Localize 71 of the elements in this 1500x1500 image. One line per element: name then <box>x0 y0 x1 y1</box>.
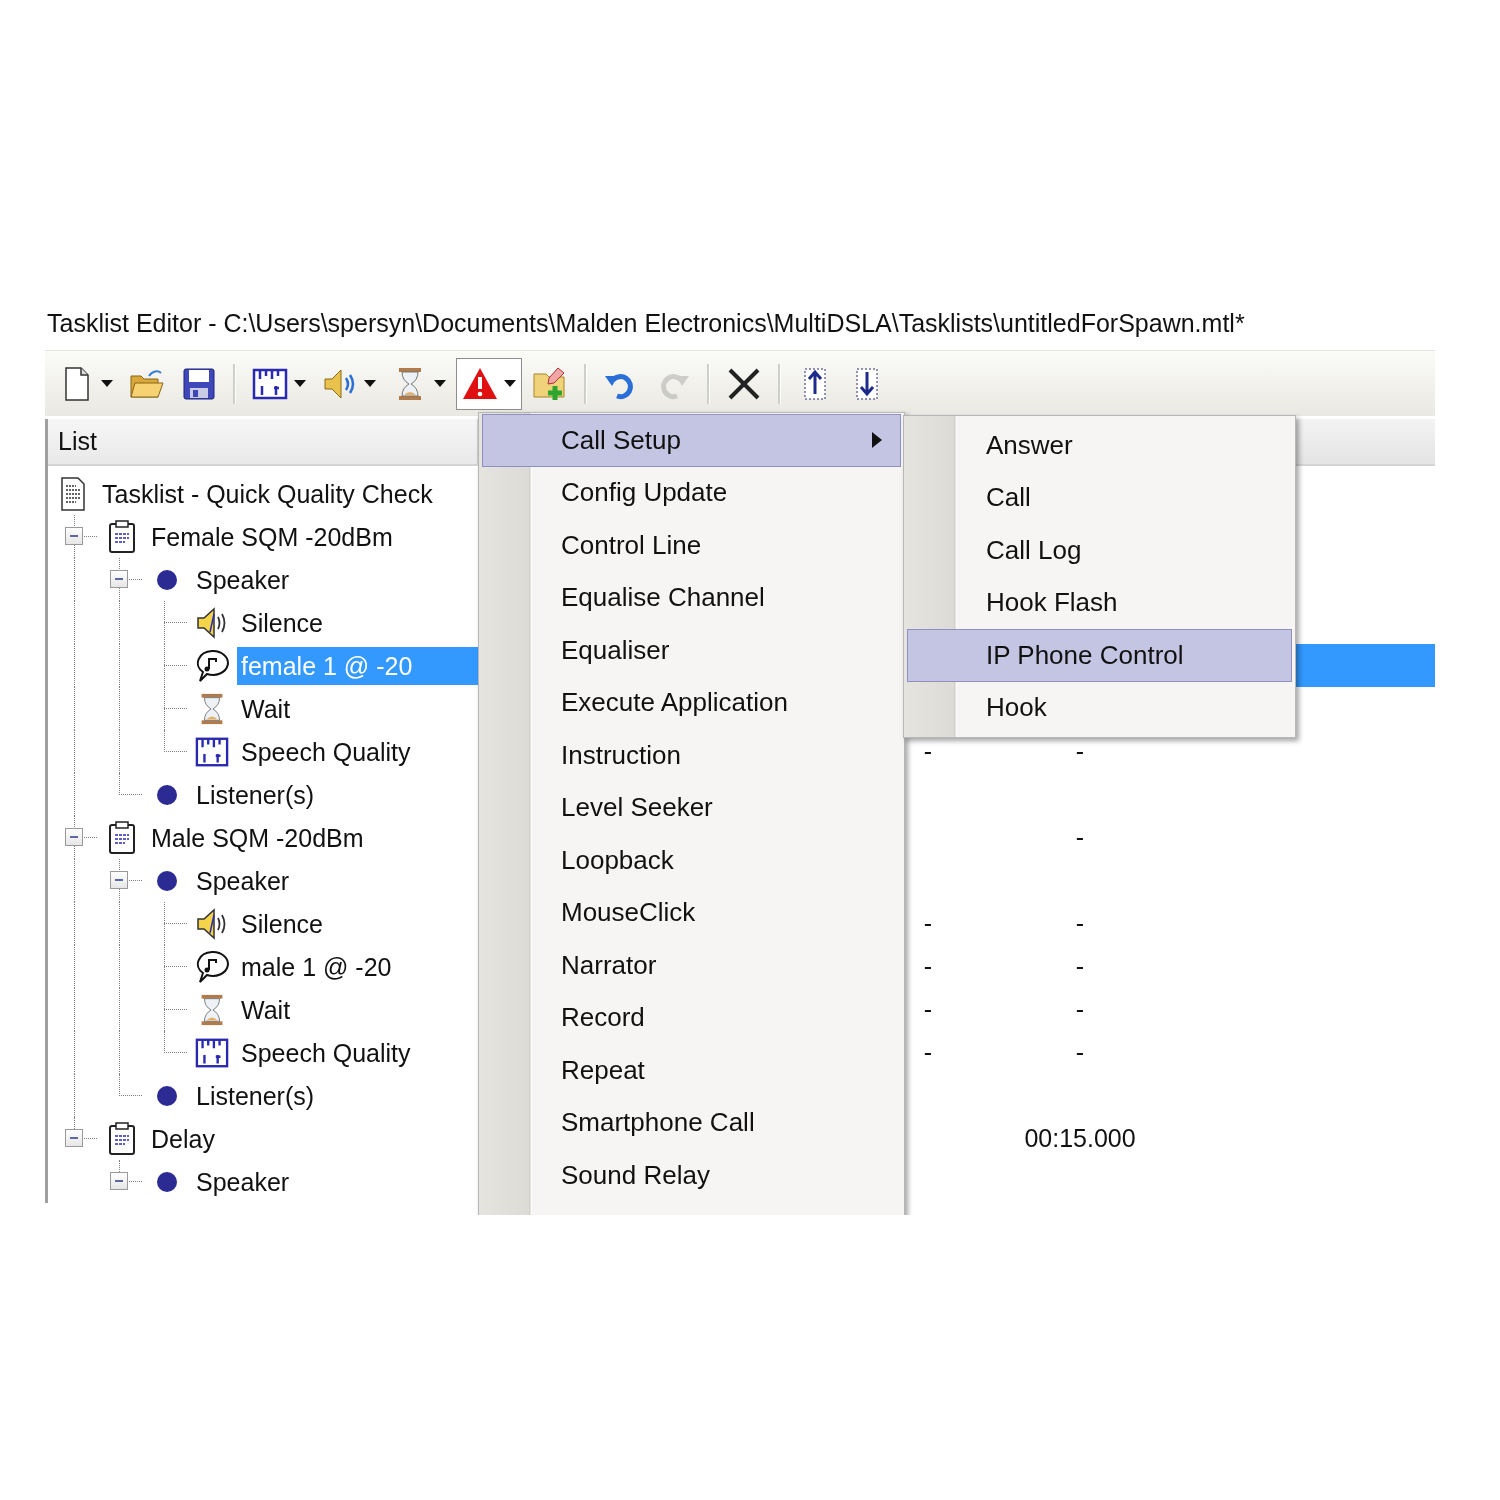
collapse-toggle[interactable] <box>110 1172 128 1190</box>
table-cell-text: - <box>1074 994 1086 1025</box>
table-cell-text: - <box>1074 822 1086 853</box>
menu-item[interactable]: Record <box>482 991 901 1044</box>
caret-icon <box>504 380 516 387</box>
table-cell-text: - <box>922 1037 934 1068</box>
menu-item[interactable]: Answer <box>907 419 1292 472</box>
save-icon <box>181 365 217 402</box>
menu-item[interactable]: Equaliser <box>482 624 901 677</box>
speech-bubble-icon <box>195 648 229 683</box>
menu-item[interactable]: Hook Flash <box>907 576 1292 629</box>
menu-item[interactable]: Repeat <box>482 1044 901 1097</box>
tree-item[interactable]: Wait <box>237 689 478 728</box>
table-cell-text: - <box>922 736 934 767</box>
tree-item[interactable]: Speaker <box>192 861 478 900</box>
tree-item[interactable]: Wait <box>237 990 478 1029</box>
window-title: Tasklist Editor - C:\Users\spersyn\Documents\Malden Electronics\MultiDSLA\Tasklists\untitledForSpawn.mtl* <box>46 308 1246 339</box>
dot-icon <box>156 783 178 806</box>
menu-item[interactable]: Control Line <box>482 519 901 572</box>
menu-item[interactable]: MouseClick <box>482 886 901 939</box>
tree-item[interactable]: Male SQM -20dBm <box>147 818 478 857</box>
tree-item[interactable]: Tasklist - Quick Quality Check <box>98 474 478 513</box>
collapse-toggle[interactable] <box>110 871 128 889</box>
table-cell-text: - <box>922 908 934 939</box>
speech-bubble-icon <box>195 949 229 984</box>
menu-item[interactable]: Call <box>907 471 1292 524</box>
table-cell-text: - <box>1074 951 1086 982</box>
menu-item[interactable]: Call Log <box>907 524 1292 577</box>
table-cell-text: - <box>1074 908 1086 939</box>
tree-item[interactable]: Speaker <box>192 1162 478 1201</box>
table-cell-text: - <box>922 994 934 1025</box>
table-cell-text: 00:15.000 <box>1023 1123 1137 1154</box>
menu-item[interactable]: Narrator <box>482 939 901 992</box>
tree-item[interactable]: Speaker <box>192 560 478 599</box>
menu-item[interactable]: Sound Relay <box>482 1149 901 1202</box>
menu-item[interactable]: IP Phone Control <box>907 629 1292 682</box>
tree-item[interactable]: Silence <box>237 904 478 943</box>
menu-item[interactable]: Hook <box>907 681 1292 734</box>
caret-icon <box>434 380 446 387</box>
collapse-toggle[interactable] <box>110 570 128 588</box>
menu-item[interactable]: Equalise Channel <box>482 571 901 624</box>
dot-icon <box>156 1170 178 1193</box>
caret-icon <box>364 380 376 387</box>
menu-item[interactable]: Execute Application <box>482 676 901 729</box>
menu-item[interactable]: Config Update <box>482 466 901 519</box>
dot-icon <box>156 1084 178 1107</box>
tree-item[interactable]: Speech Quality <box>237 732 478 771</box>
tree-item[interactable]: male 1 @ -20 <box>237 947 478 986</box>
collapse-toggle[interactable] <box>65 527 83 545</box>
collapse-toggle[interactable] <box>65 828 83 846</box>
table-cell-text: - <box>922 951 934 982</box>
tree-item[interactable]: Silence <box>237 603 478 642</box>
dot-icon <box>156 869 178 892</box>
table-cell-text: - <box>1074 1037 1086 1068</box>
tree-item[interactable]: Listener(s) <box>192 1076 478 1115</box>
tree-item[interactable]: Female SQM -20dBm <box>147 517 478 556</box>
tree-item[interactable]: Speech Quality <box>237 1033 478 1072</box>
tree-item[interactable]: Delay <box>147 1119 478 1158</box>
table-cell-text: - <box>1074 736 1086 767</box>
add-folder-icon <box>532 365 568 402</box>
collapse-toggle[interactable] <box>65 1129 83 1147</box>
submenu-arrow-icon <box>872 432 882 448</box>
menu-item[interactable]: Level Seeker <box>482 781 901 834</box>
menu-item[interactable]: Smartphone Call <box>482 1096 901 1149</box>
menu-item[interactable]: Instruction <box>482 729 901 782</box>
menu-item[interactable]: Call Setup <box>482 414 901 467</box>
caret-icon <box>101 380 113 387</box>
tree-item[interactable]: Listener(s) <box>192 775 478 814</box>
dot-icon <box>156 568 178 591</box>
menu-item[interactable]: Loopback <box>482 834 901 887</box>
caret-icon <box>294 380 306 387</box>
